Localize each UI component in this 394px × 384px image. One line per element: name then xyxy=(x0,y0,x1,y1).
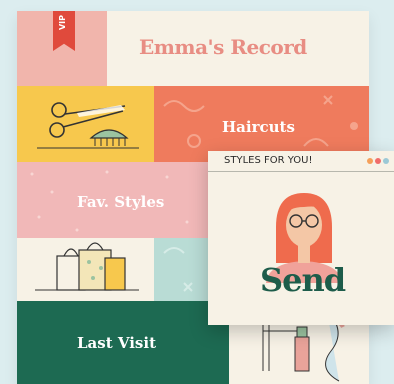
send-button[interactable]: Send xyxy=(260,261,346,299)
comb-icon xyxy=(37,129,139,149)
last-visit-tile[interactable]: Last Visit xyxy=(17,301,229,384)
shopping-bags-icon xyxy=(35,242,139,291)
scissors-tile[interactable] xyxy=(17,86,154,162)
last-visit-label: Last Visit xyxy=(77,334,157,352)
shopping-tile[interactable] xyxy=(17,238,154,301)
styles-popup[interactable]: STYLES FOR YOU! Send xyxy=(208,151,394,325)
title-area: Emma's Record xyxy=(107,11,369,86)
vip-badge-label: VIP xyxy=(58,15,67,31)
haircuts-label: Haircuts xyxy=(222,118,295,136)
page-title: Emma's Record xyxy=(139,35,307,59)
fav-styles-label: Fav. Styles xyxy=(77,193,165,211)
